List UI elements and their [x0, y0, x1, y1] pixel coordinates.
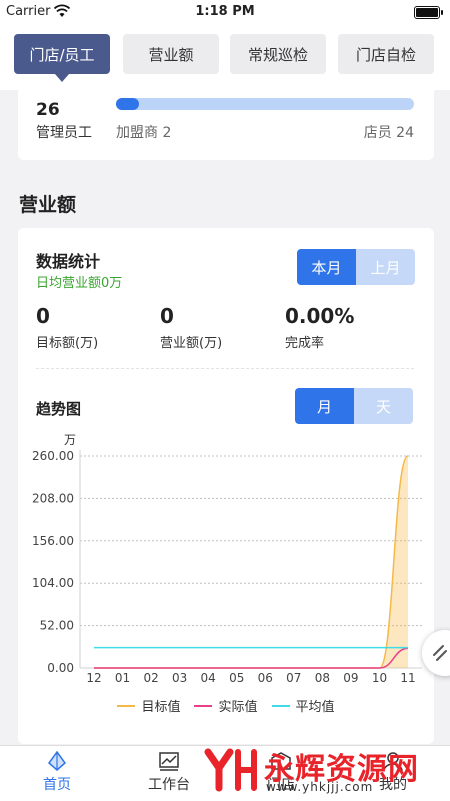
watermark: 永辉资源网 www.yhkjjj.com — [200, 740, 450, 800]
x-tick-label: 08 — [315, 671, 330, 685]
stats-title: 数据统计 — [36, 252, 101, 271]
trend-title: 趋势图 — [36, 400, 82, 418]
x-tick-label: 07 — [286, 671, 301, 685]
watermark-url: www.yhkjjj.com — [266, 780, 374, 794]
metric-completion: 0.00% 完成率 — [285, 304, 354, 351]
metric-completion-value: 0.00% — [285, 304, 355, 328]
franchisee-count: 加盟商 2 — [116, 125, 172, 141]
period-toggle: 本月 上月 — [297, 249, 415, 285]
watermark-logo-icon — [204, 748, 257, 792]
x-tick-label: 05 — [229, 671, 244, 685]
x-tick-label: 11 — [400, 671, 415, 685]
chart-legend: 目标值 实际值 平均值 — [18, 696, 434, 715]
x-tick-label: 09 — [343, 671, 358, 685]
series-area-target — [94, 456, 408, 668]
legend-actual: 实际值 — [194, 696, 258, 715]
series-line — [94, 455, 409, 669]
status-bar: Carrier 1:18 PM — [0, 0, 450, 24]
metric-revenue-value: 0 — [160, 304, 174, 328]
y-tick-label: 156.00 — [32, 534, 74, 548]
x-tick-label: 04 — [201, 671, 216, 685]
metric-target-value: 0 — [36, 304, 50, 328]
y-unit-label: 万 — [64, 433, 76, 447]
tab-revenue[interactable]: 营业额 — [123, 34, 219, 74]
x-tick-label: 03 — [172, 671, 187, 685]
y-tick-label: 104.00 — [32, 576, 74, 590]
clerk-count: 店员 24 — [363, 125, 414, 141]
trend-chart: 万 260.00 208.00 156.00 104.00 52.00 0.00 12 01 02… — [32, 433, 422, 685]
active-tab-indicator — [55, 74, 69, 82]
home-icon — [47, 750, 67, 771]
collapse-icon — [433, 645, 447, 661]
legend-average-swatch — [271, 704, 290, 707]
metric-target: 0 目标额(万) — [36, 304, 98, 351]
tab-store-self-check[interactable]: 门店自检 — [338, 34, 434, 74]
y-tick-label: 260.00 — [32, 449, 74, 463]
clock: 1:18 PM — [195, 4, 255, 19]
y-tick-label: 208.00 — [32, 491, 74, 505]
legend-average: 平均值 — [271, 696, 335, 715]
divider — [36, 368, 414, 369]
tab-store-staff[interactable]: 门店/员工 — [14, 34, 110, 74]
month-button[interactable]: 月 — [295, 388, 354, 424]
revenue-card: 数据统计 日均营业额0万 本月 上月 0 目标额(万) 0 营业额(万) 0.0… — [18, 228, 434, 744]
series-line — [94, 647, 409, 669]
metric-completion-label: 完成率 — [285, 336, 325, 351]
legend-target: 目标值 — [117, 696, 180, 715]
metric-target-label: 目标额(万) — [36, 336, 99, 351]
trend-granularity-toggle: 月 天 — [295, 388, 413, 424]
nav-home[interactable]: 首页 — [12, 750, 102, 794]
y-tick-label: 52.00 — [40, 619, 74, 633]
this-month-button[interactable]: 本月 — [297, 249, 356, 285]
x-tick-label: 06 — [258, 671, 273, 685]
day-button[interactable]: 天 — [354, 388, 413, 424]
staff-count: 26 — [36, 100, 60, 120]
legend-actual-label: 实际值 — [218, 700, 258, 715]
metric-revenue: 0 营业额(万) — [160, 304, 222, 351]
tab-routine-inspection[interactable]: 常规巡检 — [230, 34, 326, 74]
staff-ratio-bar — [116, 98, 414, 110]
legend-average-label: 平均值 — [295, 700, 335, 715]
battery-icon — [414, 6, 443, 19]
staff-card: 26 管理员工 加盟商 2 店员 24 — [18, 90, 434, 160]
staff-ratio-fill — [116, 98, 139, 110]
legend-target-swatch — [117, 704, 136, 707]
last-month-button[interactable]: 上月 — [356, 249, 415, 285]
nav-home-label: 首页 — [43, 777, 71, 793]
x-tick-label: 01 — [115, 671, 130, 685]
metric-revenue-label: 营业额(万) — [160, 336, 223, 351]
legend-target-label: 目标值 — [141, 700, 181, 715]
y-tick-label: 0.00 — [47, 661, 74, 675]
revenue-section-title: 营业额 — [19, 194, 77, 216]
daily-average: 日均营业额0万 — [36, 276, 123, 291]
x-tick-label: 10 — [372, 671, 387, 685]
top-tabs: 门店/员工 营业额 常规巡检 门店自检 — [0, 24, 450, 90]
x-tick-label: 12 — [86, 671, 101, 685]
legend-actual-swatch — [194, 704, 213, 707]
chart-icon — [159, 752, 179, 771]
staff-label: 管理员工 — [36, 125, 92, 141]
x-tick-label: 02 — [143, 671, 158, 685]
